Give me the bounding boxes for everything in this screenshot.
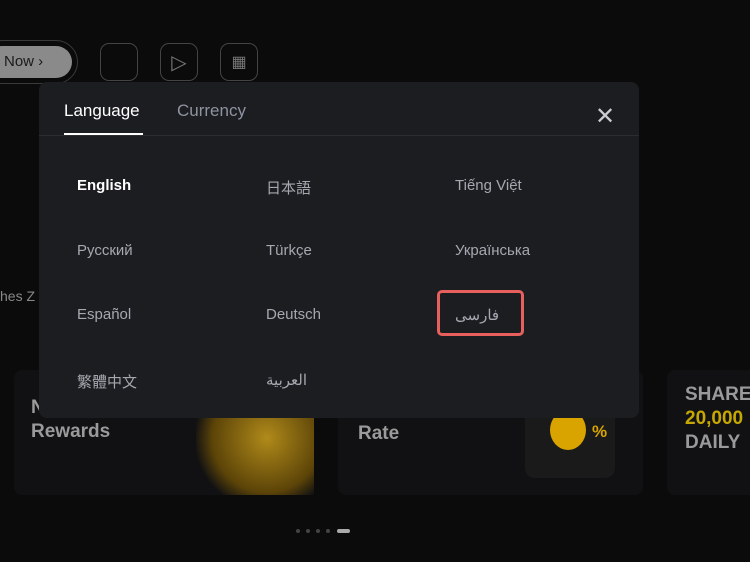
language-option-spanish[interactable]: Español bbox=[77, 306, 131, 323]
tab-currency[interactable]: Currency bbox=[177, 101, 246, 121]
card-text: 20,000 bbox=[685, 408, 744, 429]
card-text: SHARE bbox=[685, 384, 750, 405]
pagination-dot[interactable] bbox=[306, 529, 310, 533]
partial-text: hes Z bbox=[0, 288, 36, 304]
apple-icon[interactable] bbox=[100, 43, 138, 81]
download-now-button[interactable]: Now › bbox=[0, 46, 72, 78]
language-option-turkish[interactable]: Türkçe bbox=[266, 242, 312, 259]
card-text: Rate bbox=[358, 423, 400, 444]
pagination-dot[interactable] bbox=[296, 529, 300, 533]
language-option-arabic[interactable]: العربية bbox=[266, 371, 307, 389]
language-option-german[interactable]: Deutsch bbox=[266, 306, 321, 323]
language-option-traditional-chinese[interactable]: 繁體中文 bbox=[77, 371, 137, 392]
pagination-dot-active[interactable] bbox=[337, 529, 350, 533]
pagination-dot[interactable] bbox=[316, 529, 320, 533]
card-text: % bbox=[592, 422, 608, 441]
language-option-english[interactable]: English bbox=[77, 177, 131, 194]
highlight-box bbox=[437, 290, 524, 336]
tab-language[interactable]: Language bbox=[64, 101, 140, 121]
language-option-vietnamese[interactable]: Tiếng Việt bbox=[455, 177, 522, 194]
language-option-japanese[interactable]: 日本語 bbox=[266, 177, 311, 198]
pagination-dot[interactable] bbox=[326, 529, 330, 533]
language-option-ukrainian[interactable]: Українська bbox=[455, 242, 530, 259]
qr-code-icon[interactable]: ▦ bbox=[220, 43, 258, 81]
card-text: Rewards bbox=[31, 421, 111, 442]
card-text: DAILY bbox=[685, 432, 741, 453]
language-option-russian[interactable]: Русский bbox=[77, 242, 133, 259]
google-play-icon[interactable]: ▷ bbox=[160, 43, 198, 81]
divider bbox=[39, 135, 639, 136]
close-icon[interactable]: ✕ bbox=[594, 105, 616, 129]
